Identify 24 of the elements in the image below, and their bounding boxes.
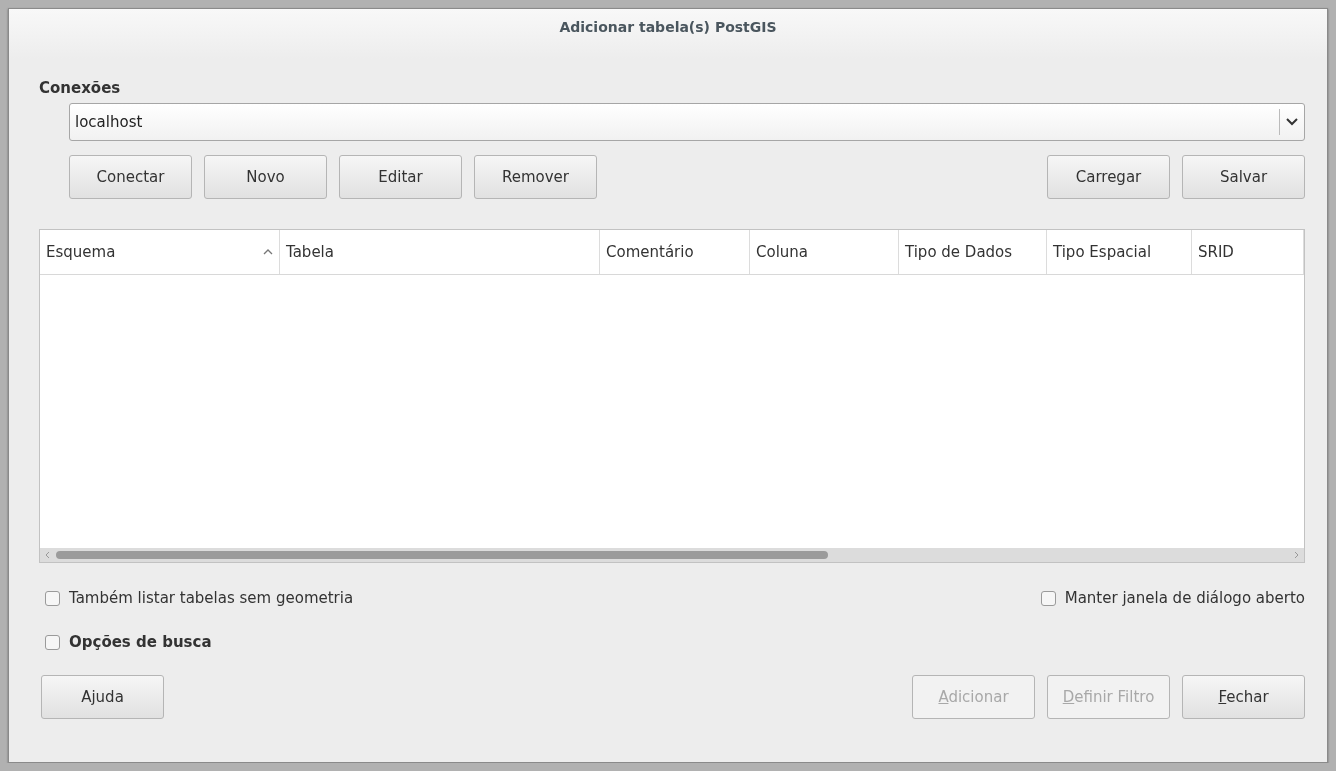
section-label: Conexões	[39, 79, 122, 97]
column-header[interactable]: Tipo Espacial	[1047, 230, 1192, 274]
window-title: Adicionar tabela(s) PostGIS	[559, 19, 777, 35]
connection-button[interactable]: Conectar	[69, 155, 192, 199]
checkbox-option[interactable]: Também listar tabelas sem geometria	[45, 589, 354, 607]
connection-dropdown[interactable]: localhost	[69, 103, 1305, 141]
connection-button[interactable]: Remover	[474, 155, 597, 199]
column-header[interactable]: SRID	[1192, 230, 1304, 274]
dialog-button[interactable]: Fechar	[1182, 675, 1305, 719]
column-header[interactable]: Comentário	[600, 230, 750, 274]
column-header[interactable]: Tabela	[280, 230, 600, 274]
checkbox-option[interactable]: Opções de busca	[45, 633, 212, 651]
column-header[interactable]: Esquema	[40, 230, 280, 274]
dialog-button[interactable]: Ajuda	[41, 675, 164, 719]
scroll-right-icon[interactable]	[1294, 551, 1300, 559]
column-header[interactable]: Coluna	[750, 230, 899, 274]
sort-icon	[263, 249, 273, 255]
column-header[interactable]: Tipo de Dados	[899, 230, 1047, 274]
connection-button[interactable]: Carregar	[1047, 155, 1170, 199]
connection-button[interactable]: Editar	[339, 155, 462, 199]
scroll-left-icon[interactable]	[44, 551, 50, 559]
checkbox-option[interactable]: Manter janela de diálogo aberto	[1040, 589, 1305, 607]
connection-button[interactable]: Novo	[204, 155, 327, 199]
connection-button[interactable]: Salvar	[1182, 155, 1305, 199]
